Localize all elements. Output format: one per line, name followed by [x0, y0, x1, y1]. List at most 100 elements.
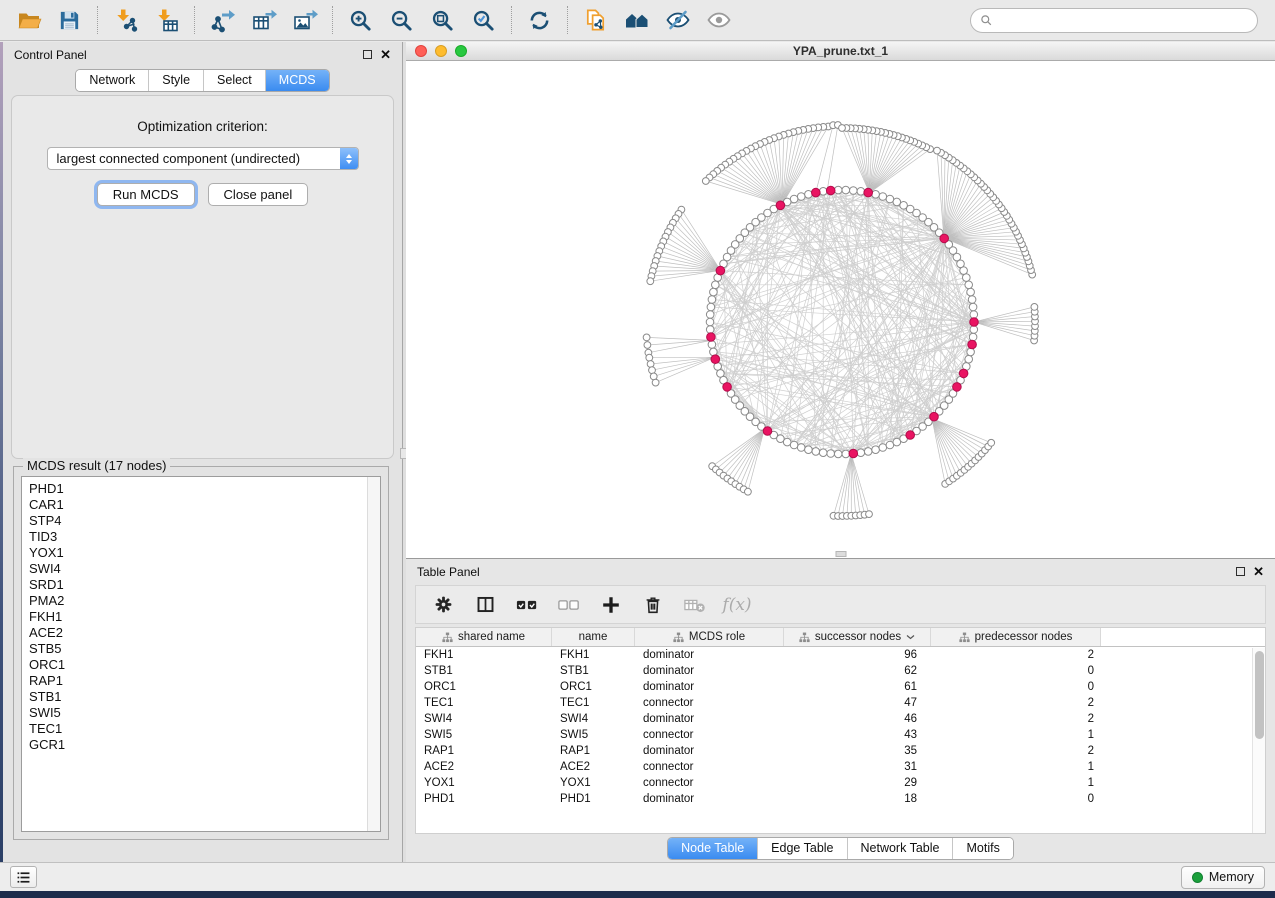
network-hub-node[interactable]	[716, 266, 725, 275]
table-scrollbar[interactable]	[1252, 648, 1265, 833]
show-columns-button[interactable]	[467, 590, 503, 620]
network-node[interactable]	[790, 441, 798, 449]
tab-node-table[interactable]: Node Table	[668, 838, 758, 859]
mcds-result-item[interactable]: TEC1	[29, 721, 367, 737]
table-cell[interactable]: YOX1	[416, 777, 552, 789]
zoom-in-button[interactable]	[340, 3, 381, 37]
table-row[interactable]: STB1STB1dominator620	[416, 663, 1265, 679]
table-cell[interactable]: dominator	[635, 745, 784, 757]
table-cell[interactable]: dominator	[635, 793, 784, 805]
open-session-button[interactable]	[8, 3, 49, 37]
zoom-fit-button[interactable]	[422, 3, 463, 37]
satellite-node[interactable]	[643, 334, 650, 341]
table-cell[interactable]: STB1	[552, 665, 635, 677]
network-node[interactable]	[965, 281, 973, 289]
table-cell[interactable]: TEC1	[416, 697, 552, 709]
network-node[interactable]	[850, 187, 858, 195]
table-cell[interactable]: SWI5	[416, 729, 552, 741]
network-hub-node[interactable]	[776, 201, 785, 210]
export-network-button[interactable]	[202, 3, 243, 37]
export-table-button[interactable]	[243, 3, 284, 37]
close-panel-icon[interactable]: ✕	[380, 48, 391, 61]
network-node[interactable]	[842, 450, 850, 458]
network-node[interactable]	[872, 446, 880, 454]
task-history-button[interactable]	[10, 866, 37, 888]
table-settings-button[interactable]	[425, 590, 461, 620]
column-header-predecessor-nodes[interactable]: predecessor nodes	[931, 628, 1101, 646]
mcds-result-item[interactable]: SWI4	[29, 561, 367, 577]
network-node[interactable]	[872, 191, 880, 199]
table-row[interactable]: ORC1ORC1dominator610	[416, 679, 1265, 695]
import-table-button[interactable]	[146, 3, 187, 37]
network-node[interactable]	[797, 444, 805, 452]
table-cell[interactable]: PHD1	[416, 793, 552, 805]
column-header-successor-nodes[interactable]: successor nodes	[784, 628, 931, 646]
column-header-shared-name[interactable]: shared name	[416, 628, 552, 646]
close-panel-icon[interactable]: ✕	[1253, 565, 1264, 578]
network-hub-node[interactable]	[707, 333, 716, 342]
satellite-node[interactable]	[702, 178, 709, 185]
network-node[interactable]	[819, 188, 827, 196]
table-cell[interactable]: SWI4	[416, 713, 552, 725]
network-node[interactable]	[706, 326, 714, 334]
table-row[interactable]: SWI5SWI5connector431	[416, 727, 1265, 743]
satellite-node[interactable]	[745, 488, 752, 495]
network-node[interactable]	[969, 303, 977, 311]
network-node[interactable]	[805, 446, 813, 454]
table-cell[interactable]: SWI5	[552, 729, 635, 741]
table-cell[interactable]: 2	[931, 649, 1101, 661]
network-graph[interactable]	[406, 61, 1275, 558]
select-all-columns-button[interactable]	[509, 590, 545, 620]
network-node[interactable]	[963, 274, 971, 282]
network-hub-node[interactable]	[930, 412, 939, 421]
table-cell[interactable]: 47	[784, 697, 931, 709]
table-cell[interactable]: 0	[931, 665, 1101, 677]
network-node[interactable]	[706, 318, 714, 326]
network-node[interactable]	[879, 193, 887, 201]
network-canvas[interactable]	[406, 61, 1275, 558]
table-scrollbar-thumb[interactable]	[1255, 651, 1264, 739]
network-hub-node[interactable]	[826, 186, 835, 195]
network-hub-node[interactable]	[763, 427, 772, 436]
table-cell[interactable]: dominator	[635, 681, 784, 693]
network-node[interactable]	[834, 450, 842, 458]
tab-network-table[interactable]: Network Table	[848, 838, 954, 859]
table-cell[interactable]: 43	[784, 729, 931, 741]
network-node[interactable]	[707, 303, 715, 311]
network-node[interactable]	[805, 191, 813, 199]
mcds-result-item[interactable]: SRD1	[29, 577, 367, 593]
table-cell[interactable]: 46	[784, 713, 931, 725]
mcds-result-item[interactable]: STB1	[29, 689, 367, 705]
network-hub-node[interactable]	[812, 188, 821, 197]
table-cell[interactable]: ACE2	[416, 761, 552, 773]
apply-layout-button[interactable]	[519, 3, 560, 37]
table-cell[interactable]: SWI4	[552, 713, 635, 725]
network-hub-node[interactable]	[711, 355, 720, 364]
network-node[interactable]	[712, 281, 720, 289]
network-node[interactable]	[970, 326, 978, 334]
satellite-node[interactable]	[1031, 304, 1038, 311]
close-panel-button[interactable]: Close panel	[208, 183, 309, 206]
table-cell[interactable]: 31	[784, 761, 931, 773]
satellite-node[interactable]	[647, 278, 654, 285]
mcds-result-item[interactable]: TID3	[29, 529, 367, 545]
create-column-button[interactable]	[593, 590, 629, 620]
network-hub-node[interactable]	[940, 234, 949, 243]
network-hub-node[interactable]	[953, 383, 962, 392]
float-panel-icon[interactable]	[363, 50, 372, 59]
table-cell[interactable]: TEC1	[552, 697, 635, 709]
table-cell[interactable]: dominator	[635, 649, 784, 661]
mcds-result-item[interactable]: CAR1	[29, 497, 367, 513]
network-node[interactable]	[886, 195, 894, 203]
table-cell[interactable]: connector	[635, 777, 784, 789]
column-header-name[interactable]: name	[552, 628, 635, 646]
table-cell[interactable]: STB1	[416, 665, 552, 677]
zoom-out-button[interactable]	[381, 3, 422, 37]
table-cell[interactable]: 0	[931, 681, 1101, 693]
minimize-window-icon[interactable]	[435, 45, 447, 57]
export-image-button[interactable]	[284, 3, 325, 37]
network-node[interactable]	[708, 341, 716, 349]
satellite-node[interactable]	[988, 439, 995, 446]
save-session-button[interactable]	[49, 3, 90, 37]
network-node[interactable]	[967, 288, 975, 296]
